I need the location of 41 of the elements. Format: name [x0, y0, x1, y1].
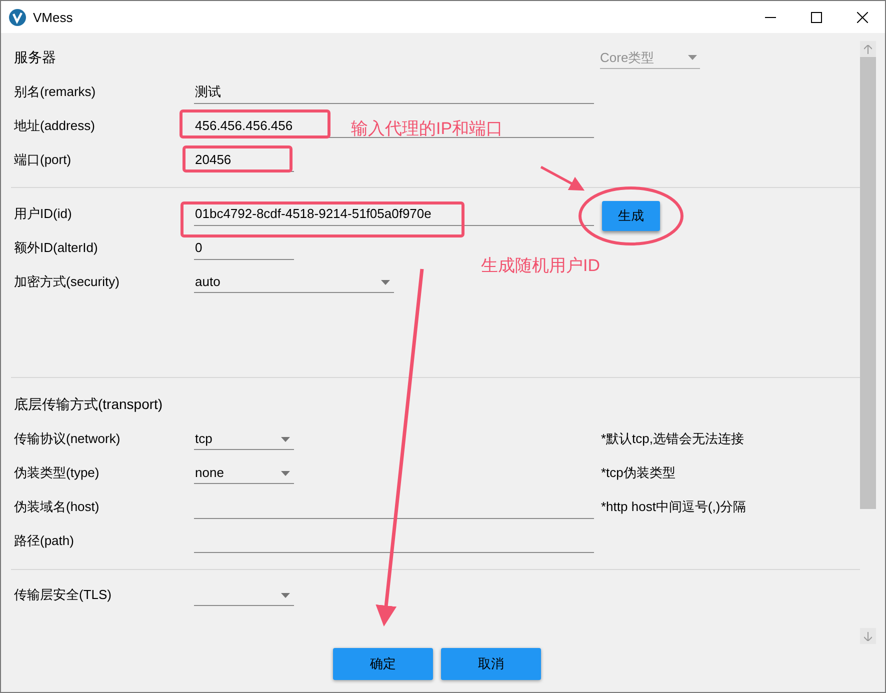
caret-icon	[281, 437, 290, 442]
field-label: 传输协议(network)	[13, 430, 122, 448]
field-label: 别名(remarks)	[13, 83, 97, 101]
caret-icon	[381, 280, 390, 285]
app-logo-icon	[9, 8, 26, 26]
field-label: 伪装类型(type)	[13, 464, 100, 482]
field-label: 传输层安全(TLS)	[13, 586, 112, 604]
field-label: 伪装域名(host)	[13, 498, 100, 516]
hint-text: *http host中间逗号(,)分隔	[601, 498, 746, 516]
scroll-up-icon[interactable]	[864, 44, 872, 54]
field-label: 用户ID(id)	[13, 205, 73, 223]
caret-icon	[281, 471, 290, 476]
cancel-button[interactable]: 取消	[441, 648, 541, 680]
dropdown[interactable]: auto	[194, 271, 394, 293]
hint-text: *tcp伪装类型	[601, 464, 676, 482]
maximize-icon	[810, 12, 822, 22]
caret-icon	[688, 55, 697, 60]
field-label: 路径(path)	[13, 532, 75, 550]
section-title: 服务器	[13, 49, 56, 67]
field-label: 额外ID(alterId)	[13, 239, 99, 257]
annotation-text: 生成随机用户ID	[481, 255, 600, 277]
input-field[interactable]: 测试	[194, 80, 594, 104]
scroll-down-icon[interactable]	[864, 632, 872, 640]
dropdown[interactable]: tcp	[194, 428, 294, 450]
window-title: VMess	[33, 10, 73, 24]
generate-button[interactable]: 生成	[602, 201, 660, 231]
input-field[interactable]: 20456	[194, 148, 294, 172]
hint-text: *默认tcp,选错会无法连接	[601, 430, 744, 448]
field-label: 加密方式(security)	[13, 273, 120, 291]
input-field[interactable]: 0	[194, 236, 294, 260]
annotation-text: 输入代理的IP和端口	[351, 118, 504, 140]
dropdown[interactable]: none	[194, 462, 294, 484]
field-label: 端口(port)	[13, 151, 72, 169]
confirm-button[interactable]: 确定	[333, 648, 433, 680]
input-field[interactable]: 01bc4792-8cdf-4518-9214-51f05a0f970e	[194, 202, 594, 226]
field-label: 地址(address)	[13, 117, 96, 135]
close-icon	[856, 12, 868, 22]
annotation-arrow	[540, 166, 585, 191]
caret-icon	[281, 593, 290, 598]
section-title: 底层传输方式(transport)	[13, 396, 163, 414]
scrollbar[interactable]	[860, 41, 876, 644]
